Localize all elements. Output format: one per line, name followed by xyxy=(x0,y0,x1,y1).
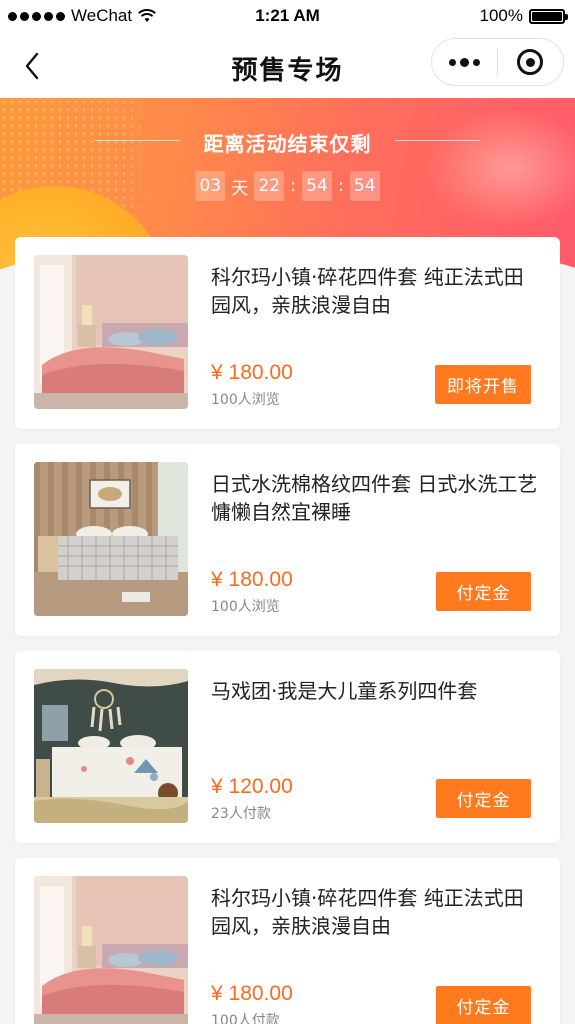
product-price: ¥ 120.00 xyxy=(211,775,293,798)
close-miniprogram-button[interactable] xyxy=(498,39,563,85)
banner-splash xyxy=(425,108,575,228)
more-button[interactable] xyxy=(432,39,497,85)
product-meta: 100人付款 xyxy=(211,1013,280,1024)
product-title[interactable]: 科尔玛小镇·碎花四件套 纯正法式田园风，亲肤浪漫自由 xyxy=(211,884,541,940)
nav-bar: 预售专场 xyxy=(0,32,575,98)
product-title[interactable]: 科尔玛小镇·碎花四件套 纯正法式田园风，亲肤浪漫自由 xyxy=(211,263,541,319)
product-card[interactable]: 科尔玛小镇·碎花四件套 纯正法式田园风，亲肤浪漫自由 ¥ 180.00 100人… xyxy=(15,858,560,1024)
product-meta: 100人浏览 xyxy=(211,599,280,615)
product-meta: 23人付款 xyxy=(211,806,271,822)
miniprogram-capsule xyxy=(431,38,564,86)
product-title[interactable]: 日式水洗棉格纹四件套 日式水洗工艺慵懒自然宜裸睡 xyxy=(211,470,541,526)
status-bar: WeChat 1:21 AM 100% xyxy=(0,0,575,32)
product-image[interactable] xyxy=(34,876,188,1024)
product-title[interactable]: 马戏团·我是大儿童系列四件套 xyxy=(211,677,541,705)
product-price: ¥ 180.00 xyxy=(211,361,293,384)
countdown-days-label: 天 xyxy=(231,178,249,199)
product-price: ¥ 180.00 xyxy=(211,568,293,591)
deposit-button[interactable]: 付定金 xyxy=(436,572,531,611)
product-card[interactable]: 马戏团·我是大儿童系列四件套 ¥ 120.00 23人付款 付定金 xyxy=(15,651,560,843)
countdown-title: 距离活动结束仅剩 xyxy=(203,132,372,156)
countdown-seconds: 54 xyxy=(349,171,380,201)
product-image[interactable] xyxy=(34,255,188,409)
countdown-separator: : xyxy=(290,176,296,196)
product-image[interactable] xyxy=(34,669,188,823)
countdown-separator: : xyxy=(338,176,344,196)
target-icon xyxy=(517,49,544,75)
status-right: 100% xyxy=(479,6,568,26)
battery-percent: 100% xyxy=(479,6,523,25)
product-card[interactable]: 科尔玛小镇·碎花四件套 纯正法式田园风，亲肤浪漫自由 ¥ 180.00 100人… xyxy=(15,237,560,429)
countdown-minutes: 54 xyxy=(302,171,332,201)
product-image[interactable] xyxy=(34,462,188,616)
countdown-timer: 03 天 22 : 54 : 54 xyxy=(0,171,575,201)
product-list: 科尔玛小镇·碎花四件套 纯正法式田园风，亲肤浪漫自由 ¥ 180.00 100人… xyxy=(15,237,560,1024)
countdown-hours: 22 xyxy=(254,171,285,201)
deposit-button[interactable]: 付定金 xyxy=(436,779,531,818)
presale-button[interactable]: 即将开售 xyxy=(435,365,531,404)
deposit-button[interactable]: 付定金 xyxy=(436,986,531,1024)
product-card[interactable]: 日式水洗棉格纹四件套 日式水洗工艺慵懒自然宜裸睡 ¥ 180.00 100人浏览… xyxy=(15,444,560,636)
product-meta: 100人浏览 xyxy=(211,392,280,408)
more-dots-icon xyxy=(449,58,456,66)
battery-icon xyxy=(529,8,568,24)
countdown-days: 03 xyxy=(195,171,226,201)
product-price: ¥ 180.00 xyxy=(211,982,293,1005)
